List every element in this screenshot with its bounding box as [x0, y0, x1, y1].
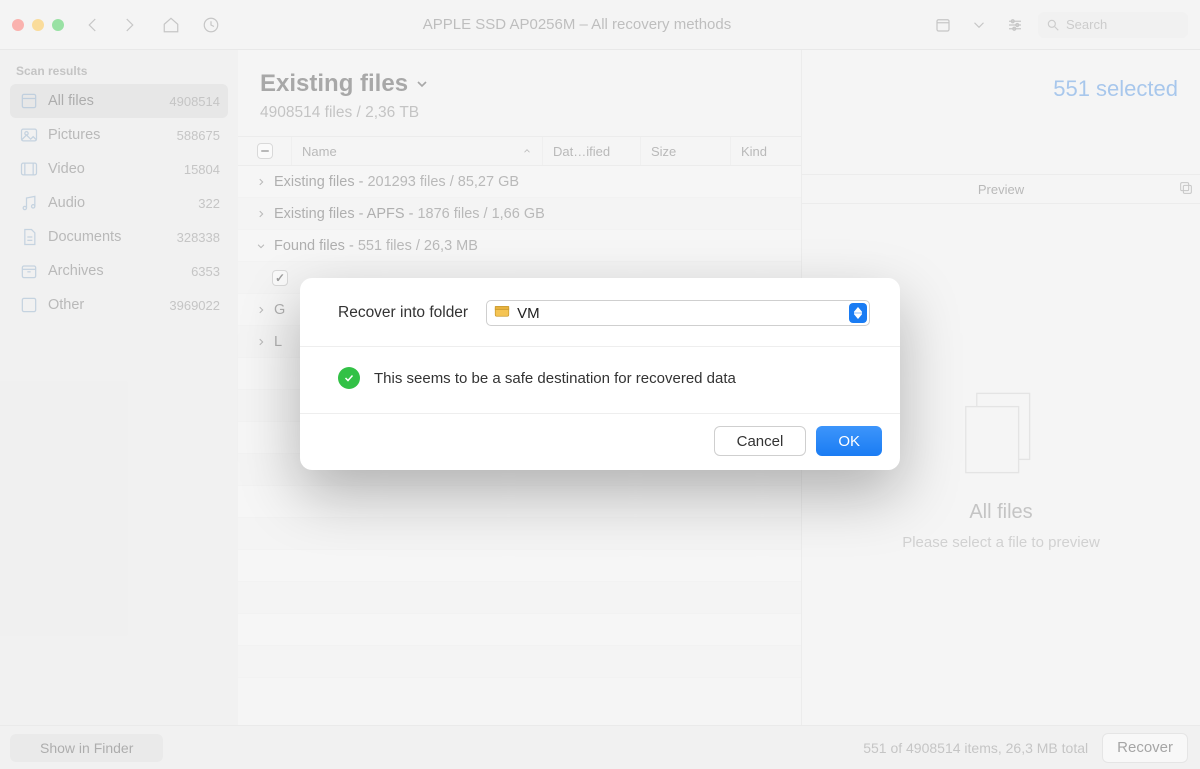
recover-destination-dialog: Recover into folder VM This seems to be …	[300, 278, 900, 470]
check-circle-icon	[338, 367, 360, 389]
modal-label: Recover into folder	[338, 304, 468, 322]
select-arrows-icon	[849, 303, 867, 323]
ok-button[interactable]: OK	[816, 426, 882, 456]
safe-destination-message: This seems to be a safe destination for …	[374, 370, 736, 387]
disk-icon	[493, 302, 511, 325]
destination-value: VM	[517, 305, 540, 322]
destination-folder-select[interactable]: VM	[486, 300, 870, 326]
modal-container: Recover into folder VM This seems to be …	[0, 0, 1200, 769]
cancel-button[interactable]: Cancel	[714, 426, 807, 456]
